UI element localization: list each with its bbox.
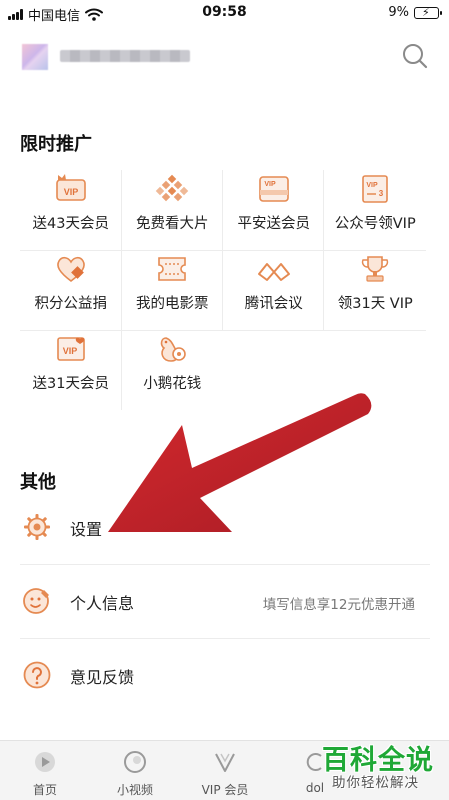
section-title-promo: 限时推广 (20, 134, 92, 155)
vip-card-icon: VIP (258, 176, 289, 202)
nav-vip[interactable]: VIP 会员 (180, 741, 270, 800)
nav-short-video-label: 小视频 (116, 783, 153, 797)
promo-item-label: 公众号领VIP (334, 216, 416, 232)
profile-header (0, 30, 449, 80)
avatar[interactable] (22, 44, 48, 70)
promo-item-31-day-member[interactable]: VIP 送31天会员 (20, 330, 122, 408)
profile-wrench-icon (23, 588, 49, 614)
promo-item-pingan-vip[interactable]: VIP 平安送会员 (223, 170, 325, 248)
divider (20, 638, 430, 639)
feedback-label: 意见反馈 (70, 668, 135, 687)
promo-item-label: 腾讯会议 (244, 296, 303, 312)
promo-item-label: 平安送会员 (237, 216, 311, 232)
meeting-icon (257, 263, 290, 281)
settings-row[interactable]: 设置 (0, 498, 449, 558)
promo-item-label: 小鹅花钱 (143, 376, 202, 392)
promo-item-goose-pay[interactable]: 小鹅花钱 (122, 330, 224, 408)
personal-info-label: 个人信息 (70, 594, 135, 613)
nav-short-video[interactable]: 小视频 (90, 741, 180, 800)
watermark: 百科全说 助你轻松解决 (318, 738, 446, 796)
svg-text:VIP: VIP (63, 187, 78, 197)
promo-item-31-day-vip[interactable]: 领31天 VIP (325, 250, 427, 328)
battery-percent: 9% (388, 5, 409, 20)
status-bar: 中国电信 09:58 9% ⚡ (0, 0, 449, 26)
gear-icon (24, 514, 50, 540)
promo-item-label: 免费看大片 (136, 216, 209, 232)
promo-item-label: 送31天会员 (32, 376, 109, 392)
promo-item-tencent-meeting[interactable]: 腾讯会议 (223, 250, 325, 328)
promo-item-wechat-vip[interactable]: VIP 3 公众号领VIP (325, 170, 427, 248)
settings-label: 设置 (70, 520, 103, 539)
short-video-icon (124, 751, 146, 773)
personal-info-row[interactable]: 个人信息 填写信息享12元优惠开通 (0, 572, 449, 632)
search-icon[interactable] (401, 42, 429, 70)
watermark-subtitle: 助你轻松解决 (332, 775, 419, 791)
status-time: 09:58 (202, 4, 247, 20)
nav-home-label: 首页 (32, 783, 57, 797)
feedback-row[interactable]: 意见反馈 (0, 646, 449, 706)
home-icon (35, 752, 55, 772)
vip-badge-icon: VIP (55, 174, 86, 201)
vip-heart-icon: VIP (56, 337, 85, 361)
heart-diamond-icon (56, 256, 85, 283)
promo-item-label: 我的电影票 (136, 296, 209, 312)
username-blurred[interactable] (60, 50, 190, 62)
promo-item-movie-tickets[interactable]: 我的电影票 (122, 250, 224, 328)
svg-text:3: 3 (379, 189, 384, 198)
trophy-icon (362, 256, 389, 282)
nav-vip-label: VIP 会员 (201, 783, 249, 797)
vip-3-icon: VIP 3 (362, 175, 389, 203)
promo-item-charity-points[interactable]: 积分公益捐 (20, 250, 122, 328)
vip-icon (215, 753, 235, 772)
battery-icon: ⚡ (414, 6, 442, 19)
promo-item-43-day-vip[interactable]: VIP 送43天会员 (20, 170, 122, 248)
ticket-icon (158, 257, 187, 281)
status-right: 9% ⚡ (388, 5, 442, 20)
section-title-other: 其他 (20, 472, 56, 493)
svg-text:VIP: VIP (62, 346, 77, 356)
promo-item-label: 领31天 VIP (337, 296, 413, 312)
question-icon (23, 661, 51, 689)
goose-coin-icon (161, 337, 187, 362)
personal-info-hint: 填写信息享12元优惠开通 (262, 597, 415, 613)
promo-item-label: 送43天会员 (32, 216, 109, 232)
nav-home[interactable]: 首页 (0, 741, 90, 800)
svg-text:VIP: VIP (264, 181, 276, 188)
divider (20, 564, 430, 565)
promo-item-label: 积分公益捐 (34, 296, 108, 312)
promo-item-free-movies[interactable]: 免费看大片 (122, 170, 224, 248)
svg-text:VIP: VIP (367, 182, 379, 189)
mosaic-icon (156, 174, 189, 202)
